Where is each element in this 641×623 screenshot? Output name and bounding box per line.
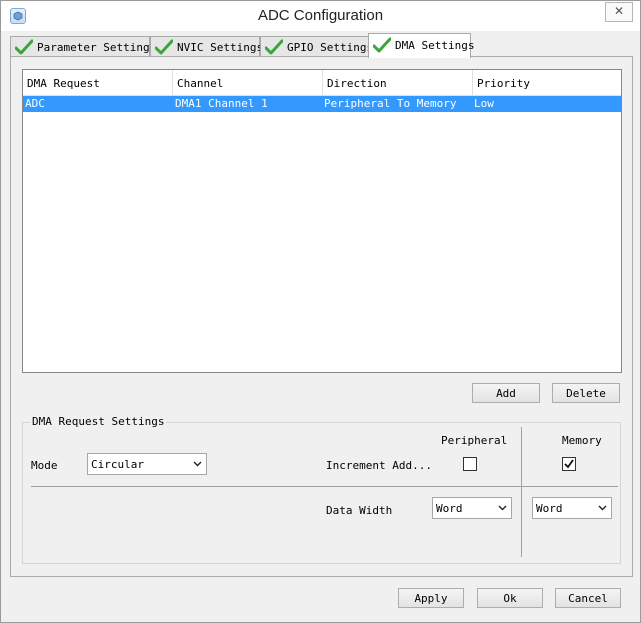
ok-button[interactable]: Ok [477, 588, 543, 608]
cell-dma-request: ADC [25, 97, 45, 110]
dma-request-table: DMA Request Channel Direction Priority A… [22, 69, 622, 373]
add-button[interactable]: Add [472, 383, 540, 403]
check-icon [15, 39, 33, 55]
cell-channel: DMA1 Channel 1 [175, 97, 268, 110]
column-header-channel[interactable]: Channel [173, 70, 323, 95]
divider [31, 486, 618, 487]
peripheral-column-label: Peripheral [441, 434, 508, 447]
dma-settings-panel: DMA Request Channel Direction Priority A… [10, 56, 633, 577]
column-header-direction[interactable]: Direction [323, 70, 473, 95]
apply-button[interactable]: Apply [398, 588, 464, 608]
dma-request-settings-group: DMA Request Settings Peripheral Memory M… [22, 415, 621, 564]
chevron-down-icon [193, 461, 202, 467]
tab-gpio-settings[interactable]: GPIO Settings [260, 36, 373, 57]
mode-select-value: Circular [91, 458, 144, 471]
group-legend: DMA Request Settings [30, 415, 167, 428]
peripheral-data-width-select[interactable]: Word [432, 497, 512, 519]
tab-label: DMA Settings [395, 39, 475, 52]
tab-label: NVIC Settings [177, 41, 264, 54]
memory-data-width-select[interactable]: Word [532, 497, 612, 519]
check-icon [155, 39, 173, 55]
column-divider [521, 427, 522, 557]
memory-column-label: Memory [562, 434, 602, 447]
title-bar: ADC Configuration ✕ [1, 1, 640, 31]
tab-nvic-settings[interactable]: NVIC Settings [150, 36, 264, 57]
mode-select[interactable]: Circular [87, 453, 207, 475]
column-header-priority[interactable]: Priority [473, 70, 621, 95]
check-icon [373, 37, 391, 53]
tab-label: Parameter Settings [37, 41, 157, 54]
increment-address-label: Increment Add... [326, 459, 432, 472]
mode-label: Mode [31, 459, 58, 472]
memory-data-width-value: Word [536, 502, 563, 515]
close-icon: ✕ [613, 4, 625, 18]
cell-priority: Low [474, 97, 494, 110]
cell-direction: Peripheral To Memory [324, 97, 457, 110]
tab-dma-settings[interactable]: DMA Settings [368, 33, 475, 58]
table-row[interactable]: ADC DMA1 Channel 1 Peripheral To Memory … [23, 96, 621, 112]
window-title: ADC Configuration [257, 7, 384, 24]
adc-configuration-dialog: ADC Configuration ✕ Parameter Settings N… [0, 0, 641, 623]
data-width-label: Data Width [326, 504, 393, 517]
chevron-down-icon [498, 505, 507, 511]
tab-label: GPIO Settings [287, 41, 374, 54]
chevron-down-icon [598, 505, 607, 511]
checkmark-icon [564, 459, 574, 469]
cancel-button[interactable]: Cancel [555, 588, 621, 608]
close-button[interactable]: ✕ [605, 2, 633, 22]
column-header-dma-request[interactable]: DMA Request [23, 70, 173, 95]
peripheral-data-width-value: Word [436, 502, 463, 515]
delete-button[interactable]: Delete [552, 383, 620, 403]
tab-parameter-settings[interactable]: Parameter Settings [10, 36, 156, 57]
memory-increment-checkbox[interactable] [562, 457, 576, 471]
check-icon [265, 39, 283, 55]
peripheral-increment-checkbox[interactable] [463, 457, 477, 471]
table-header: DMA Request Channel Direction Priority [23, 70, 621, 96]
